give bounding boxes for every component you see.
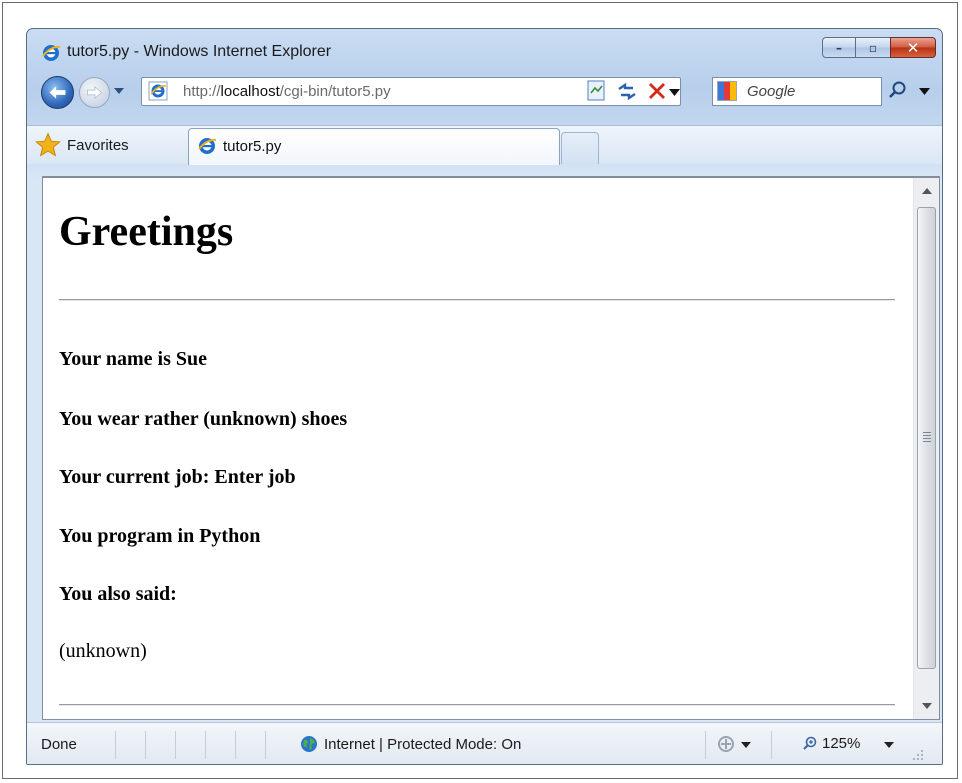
address-row: http://localhost/cgi-bin/tutor5.py Googl…	[27, 73, 942, 109]
star-icon	[35, 132, 61, 157]
ie-logo-icon	[198, 138, 217, 154]
status-divider	[265, 731, 266, 759]
status-bar: Done Internet | Protected Mode: On 125%	[27, 722, 942, 764]
recent-pages-chevron-icon[interactable]	[113, 87, 125, 95]
url-prefix: http://	[183, 83, 221, 100]
minimize-button[interactable]: –	[822, 37, 856, 58]
compatibility-view-icon[interactable]	[585, 79, 609, 103]
status-text: Done	[41, 736, 77, 753]
status-divider	[145, 731, 146, 759]
scroll-up-arrow-icon	[922, 188, 932, 194]
zoom-level[interactable]: 125%	[802, 735, 860, 752]
status-divider	[205, 731, 206, 759]
close-button[interactable]: ✕	[890, 37, 936, 58]
title-bar[interactable]: tutor5.py - Windows Internet Explorer – …	[27, 29, 942, 69]
shoes-line: You wear rather (unknown) shoes	[59, 408, 348, 430]
scrollbar-thumb[interactable]	[917, 207, 936, 669]
vertical-scrollbar[interactable]	[913, 178, 939, 719]
back-button[interactable]	[41, 76, 74, 109]
status-divider	[115, 731, 116, 759]
scroll-down-button[interactable]	[914, 693, 939, 719]
bottom-rule	[59, 704, 895, 706]
ie-logo-icon	[42, 45, 61, 61]
comment-label-line: You also said:	[59, 583, 177, 605]
add-on-icon[interactable]	[715, 733, 737, 755]
security-zone[interactable]: Internet | Protected Mode: On	[300, 735, 521, 753]
search-icon[interactable]	[887, 79, 909, 101]
tab-row: Favorites tutor5.py	[27, 125, 942, 165]
window-title: tutor5.py - Windows Internet Explorer	[67, 43, 332, 60]
resize-grip-icon[interactable]	[912, 749, 924, 761]
refresh-icon[interactable]	[615, 79, 639, 103]
new-tab-button[interactable]	[561, 132, 599, 164]
search-box[interactable]: Google	[712, 77, 882, 106]
address-dropdown-icon[interactable]	[669, 89, 680, 96]
search-options-chevron-icon[interactable]	[919, 88, 930, 95]
ie-window: tutor5.py - Windows Internet Explorer – …	[26, 28, 943, 765]
outer-frame: tutor5.py - Windows Internet Explorer – …	[2, 2, 958, 779]
status-divider	[705, 731, 706, 759]
tab-label: tutor5.py	[223, 138, 282, 155]
search-input[interactable]: Google	[747, 83, 795, 100]
scroll-down-arrow-icon	[922, 703, 932, 709]
tab-tutor5[interactable]: tutor5.py	[188, 128, 560, 165]
page-heading: Greetings	[59, 209, 234, 255]
google-icon	[717, 81, 737, 101]
page-icon	[148, 81, 168, 101]
maximize-icon: ▫	[868, 40, 878, 55]
url-host: localhost	[220, 83, 280, 100]
name-line: Your name is Sue	[59, 348, 207, 370]
forward-arrow-icon	[87, 86, 103, 99]
forward-button[interactable]	[79, 77, 110, 108]
content-viewport: Greetings Your name is Sue You wear rath…	[42, 176, 940, 720]
stop-icon[interactable]	[645, 79, 669, 103]
top-rule	[59, 299, 895, 301]
zoom-chevron-icon[interactable]	[884, 742, 894, 748]
comment-value-line: (unknown)	[59, 640, 147, 662]
grip-icon	[923, 432, 931, 444]
favorites-button[interactable]: Favorites	[35, 130, 129, 160]
magnifier-icon	[803, 736, 817, 750]
status-divider	[771, 731, 772, 759]
back-arrow-icon	[49, 86, 66, 99]
globe-icon	[301, 736, 317, 752]
url-path: /cgi-bin/tutor5.py	[279, 83, 391, 100]
status-divider	[175, 731, 176, 759]
window-controls: – ▫ ✕	[822, 37, 936, 59]
job-line: Your current job: Enter job	[59, 466, 296, 488]
add-on-chevron-icon[interactable]	[741, 742, 751, 748]
language-line: You program in Python	[59, 525, 261, 547]
favorites-label: Favorites	[67, 136, 129, 154]
page-content: Greetings Your name is Sue You wear rath…	[43, 178, 913, 719]
security-zone-label: Internet | Protected Mode: On	[324, 735, 522, 753]
scroll-up-button[interactable]	[914, 178, 939, 204]
close-icon: ✕	[906, 38, 920, 57]
maximize-button[interactable]: ▫	[855, 37, 891, 58]
zoom-text: 125%	[822, 735, 861, 752]
status-divider	[235, 731, 236, 759]
minimize-icon: –	[836, 40, 842, 55]
address-url[interactable]: http://localhost/cgi-bin/tutor5.py	[183, 83, 391, 100]
